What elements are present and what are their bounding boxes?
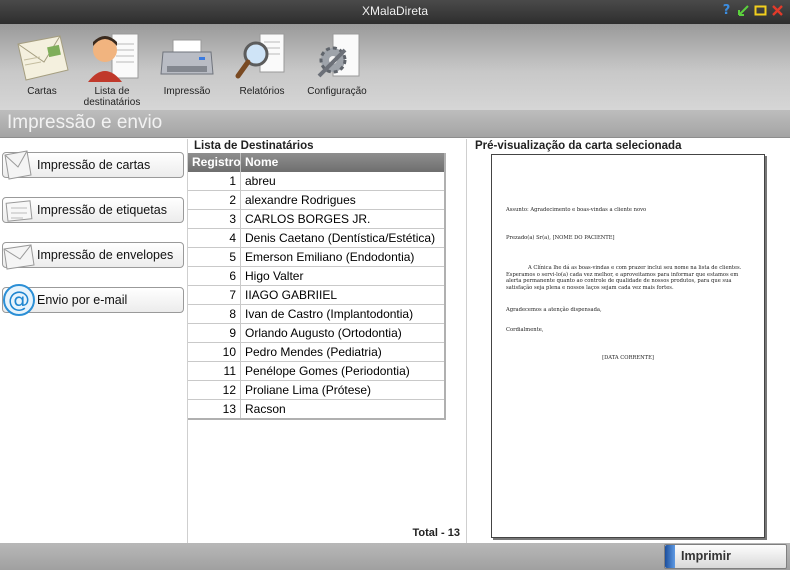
preview-panel: Pré-visualização da carta selecionada As…: [468, 139, 790, 543]
menu-label: Impressão de envelopes: [37, 248, 174, 262]
letter-thanks: Agradecemos a atenção dispensada,: [506, 307, 602, 313]
envelope-small-icon: [1, 237, 37, 273]
cell-registro: 4: [188, 229, 241, 247]
title-bar: XMalaDireta ?: [0, 0, 790, 24]
cell-registro: 9: [188, 324, 241, 342]
print-letters-button[interactable]: Impressão de cartas: [2, 150, 184, 180]
email-at-icon: @: [1, 282, 37, 318]
table-row[interactable]: 13 Racson: [188, 400, 446, 419]
cell-nome: Orlando Augusto (Ortodontia): [241, 324, 446, 342]
cell-nome: abreu: [241, 172, 446, 190]
cell-registro: 5: [188, 248, 241, 266]
cell-registro: 6: [188, 267, 241, 285]
cell-registro: 13: [188, 400, 241, 418]
table-header: Registro Nome: [188, 153, 446, 172]
printer-icon: [155, 30, 219, 86]
toolbar-label: Relatórios: [239, 86, 285, 97]
letter-date: [DATA CORRENTE]: [602, 355, 654, 361]
window-title: XMalaDireta: [361, 4, 429, 18]
toolbar-impressao[interactable]: Impressão: [145, 30, 229, 108]
table-row[interactable]: 6 Higo Valter: [188, 267, 446, 286]
cell-nome: Emerson Emiliano (Endodontia): [241, 248, 446, 266]
letter-body: A Clínica lhe dá as boas-vindas e com pr…: [506, 265, 742, 291]
column-header-registro[interactable]: Registro: [188, 153, 241, 172]
send-email-button[interactable]: @ Envio por e-mail: [2, 284, 184, 316]
main-toolbar: Cartas Lista de destinatários Impressão: [0, 24, 790, 110]
preview-title: Pré-visualização da carta selecionada: [475, 140, 682, 152]
cell-registro: 1: [188, 172, 241, 190]
cell-nome: Higo Valter: [241, 267, 446, 285]
letter-closing: Cordialmente,: [506, 327, 544, 333]
table-row[interactable]: 12 Proliane Lima (Prótese): [188, 381, 446, 400]
cell-nome: Ivan de Castro (Implantodontia): [241, 305, 446, 323]
recipients-table: Registro Nome 1 abreu 2 alexandre Rodrigues…: [188, 153, 446, 419]
table-row[interactable]: 2 alexandre Rodrigues: [188, 191, 446, 210]
help-icon[interactable]: ?: [720, 4, 733, 17]
table-row[interactable]: 3 CARLOS BORGES JR.: [188, 210, 446, 229]
cell-registro: 3: [188, 210, 241, 228]
cell-registro: 8: [188, 305, 241, 323]
column-header-nome[interactable]: Nome: [241, 153, 446, 172]
letter-icon: [1, 147, 37, 183]
cell-nome: Racson: [241, 400, 446, 418]
settings-icon: [305, 30, 369, 86]
table-row[interactable]: 11 Penélope Gomes (Periodontia): [188, 362, 446, 381]
letter-preview-page: Assunto: Agradecimento e boas-vindas a c…: [491, 154, 765, 538]
cell-registro: 11: [188, 362, 241, 380]
left-menu: Impressão de cartas Impressão de etiquet…: [0, 139, 188, 543]
table-row[interactable]: 9 Orlando Augusto (Ortodontia): [188, 324, 446, 343]
report-search-icon: [230, 30, 294, 86]
recipients-title: Lista de Destinatários: [194, 140, 314, 152]
envelope-icon: [10, 30, 74, 86]
table-row[interactable]: 4 Denis Caetano (Dentística/Estética): [188, 229, 446, 248]
maximize-icon[interactable]: [754, 4, 767, 17]
menu-label: Impressão de etiquetas: [37, 203, 167, 217]
window-controls: ?: [720, 4, 784, 17]
cell-nome: Pedro Mendes (Pediatria): [241, 343, 446, 361]
toolbar-configuracao[interactable]: Configuração: [295, 30, 379, 108]
table-row[interactable]: 1 abreu: [188, 172, 446, 191]
table-row[interactable]: 8 Ivan de Castro (Implantodontia): [188, 305, 446, 324]
print-button-label: Imprimir: [681, 549, 732, 563]
minimize-icon[interactable]: [737, 4, 750, 17]
print-envelopes-button[interactable]: Impressão de envelopes: [2, 242, 184, 270]
print-labels-button[interactable]: Impressão de etiquetas: [2, 197, 184, 223]
section-title: Impressão e envio: [7, 112, 163, 133]
cell-registro: 10: [188, 343, 241, 361]
toolbar-label: Impressão: [163, 86, 211, 97]
table-row[interactable]: 7 IIAGO GABRIIEL: [188, 286, 446, 305]
cell-nome: Penélope Gomes (Periodontia): [241, 362, 446, 380]
recipients-panel: Lista de Destinatários Registro Nome 1 ab…: [188, 139, 467, 543]
toolbar-lista-destinatarios[interactable]: Lista de destinatários: [70, 30, 154, 108]
letter-greeting: Prezado(a) Sr(a), [NOME DO PACIENTE]: [506, 235, 615, 241]
letter-subject: Assunto: Agradecimento e boas-vindas a c…: [506, 207, 647, 213]
label-icon: [1, 192, 37, 228]
cell-nome: IIAGO GABRIIEL: [241, 286, 446, 304]
cell-nome: alexandre Rodrigues: [241, 191, 446, 209]
svg-text:@: @: [8, 288, 30, 313]
cell-nome: CARLOS BORGES JR.: [241, 210, 446, 228]
cell-nome: Denis Caetano (Dentística/Estética): [241, 229, 446, 247]
cell-registro: 12: [188, 381, 241, 399]
table-row[interactable]: 5 Emerson Emiliano (Endodontia): [188, 248, 446, 267]
bottom-bar: Imprimir: [0, 543, 790, 570]
table-row[interactable]: 10 Pedro Mendes (Pediatria): [188, 343, 446, 362]
table-body: 1 abreu 2 alexandre Rodrigues 3 CARLOS BORGES…: [188, 172, 446, 419]
contacts-icon: [80, 30, 144, 86]
toolbar-label: Lista de destinatários: [83, 86, 141, 108]
toolbar-relatorios[interactable]: Relatórios: [220, 30, 304, 108]
cell-nome: Proliane Lima (Prótese): [241, 381, 446, 399]
print-button-accent: [665, 545, 675, 568]
cell-registro: 2: [188, 191, 241, 209]
toolbar-label: Configuração: [307, 86, 367, 97]
section-header: Impressão e envio: [0, 110, 790, 138]
print-button[interactable]: Imprimir: [664, 544, 787, 569]
menu-label: Impressão de cartas: [37, 158, 151, 172]
menu-label: Envio por e-mail: [37, 293, 128, 307]
close-icon[interactable]: [771, 4, 784, 17]
total-count: Total - 13: [412, 527, 460, 539]
cell-registro: 7: [188, 286, 241, 304]
